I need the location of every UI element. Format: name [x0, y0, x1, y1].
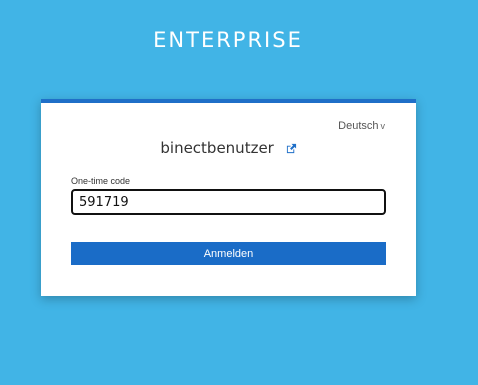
username-row: binectbenutzer — [41, 139, 416, 157]
login-page: ENTERPRISE Deutsch v binectbenutzer One-t… — [0, 0, 478, 385]
otp-input[interactable] — [71, 189, 386, 215]
otp-label: One-time code — [71, 176, 131, 186]
login-card: Deutschv binectbenutzer One-time code An… — [41, 99, 416, 296]
language-selector[interactable]: Deutsch v — [338, 120, 385, 132]
login-button[interactable]: Anmelden — [71, 242, 386, 265]
username-label: binectbenutzer — [160, 139, 274, 157]
external-link-icon[interactable] — [286, 143, 297, 154]
brand-title: ENTERPRISE — [153, 28, 303, 52]
chevron-down-icon: v — [380, 121, 386, 131]
language-selector-label: Deutsch — [338, 120, 379, 132]
